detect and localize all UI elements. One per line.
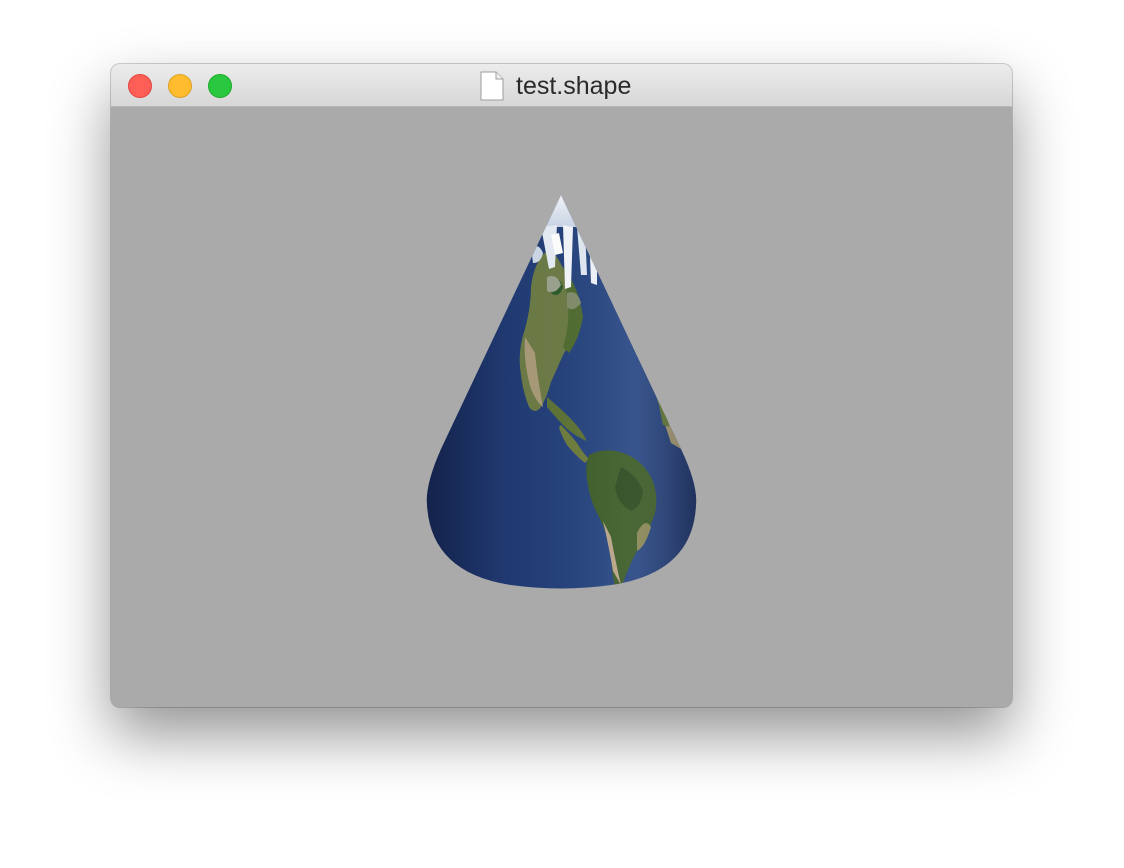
title-bar[interactable]: test.shape: [111, 64, 1012, 107]
document-icon[interactable]: [480, 71, 504, 101]
maximize-button[interactable]: [208, 74, 232, 98]
window-title-group: test.shape: [480, 71, 631, 101]
window-title: test.shape: [516, 72, 632, 100]
cone-scene: [426, 195, 697, 589]
render-viewport[interactable]: [111, 107, 1012, 707]
cone-earth-icon: [426, 195, 697, 589]
app-window: test.shape: [111, 64, 1012, 707]
minimize-button[interactable]: [168, 74, 192, 98]
close-button[interactable]: [128, 74, 152, 98]
